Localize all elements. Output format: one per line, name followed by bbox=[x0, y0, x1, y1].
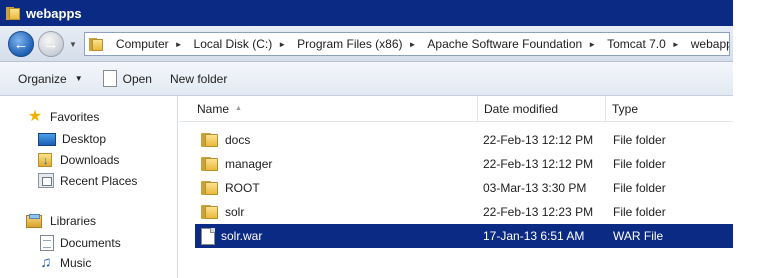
column-header-type[interactable]: Type bbox=[605, 96, 733, 122]
breadcrumb-separator[interactable]: ► bbox=[278, 40, 291, 49]
libraries-icon bbox=[26, 214, 44, 228]
breadcrumb-separator[interactable]: ► bbox=[672, 40, 685, 49]
open-button[interactable]: Open bbox=[102, 70, 152, 87]
column-header-date[interactable]: Date modified bbox=[477, 96, 605, 122]
nav-downloads[interactable]: ↓ Downloads bbox=[38, 152, 119, 167]
breadcrumb-local-disk[interactable]: Local Disk (C:) bbox=[194, 37, 273, 51]
new-folder-button[interactable]: New folder bbox=[170, 72, 227, 86]
nav-desktop[interactable]: Desktop bbox=[38, 132, 106, 146]
back-button[interactable]: ← bbox=[8, 31, 34, 57]
recent-pages-dropdown[interactable]: ▼ bbox=[69, 40, 77, 49]
nav-recent-places[interactable]: Recent Places bbox=[38, 173, 137, 188]
breadcrumb-separator[interactable]: ► bbox=[588, 40, 601, 49]
breadcrumb-separator[interactable]: ► bbox=[175, 40, 188, 49]
forward-button[interactable]: → bbox=[38, 31, 64, 57]
file-date: 03-Mar-13 3:30 PM bbox=[483, 181, 587, 195]
file-type: File folder bbox=[613, 181, 666, 195]
file-row-root[interactable]: ROOT 03-Mar-13 3:30 PM File folder bbox=[195, 176, 733, 200]
file-name: ROOT bbox=[225, 181, 260, 195]
downloads-icon: ↓ bbox=[38, 152, 54, 167]
folder-icon bbox=[201, 157, 219, 171]
file-list: Name ▲ Date modified Type docs 22-Feb-13… bbox=[179, 96, 733, 278]
back-arrow-icon: ← bbox=[13, 35, 29, 53]
file-icon bbox=[201, 227, 215, 245]
title-bar[interactable]: webapps bbox=[0, 0, 733, 26]
file-name: solr.war bbox=[221, 229, 263, 243]
music-icon: ♫ bbox=[40, 254, 52, 271]
breadcrumb-apache[interactable]: Apache Software Foundation bbox=[427, 37, 582, 51]
nav-libraries[interactable]: Libraries bbox=[26, 214, 96, 228]
forward-arrow-icon: → bbox=[43, 35, 59, 53]
star-icon: ★ bbox=[27, 108, 43, 125]
file-type: File folder bbox=[613, 157, 666, 171]
file-name: solr bbox=[225, 205, 245, 219]
address-row: ← → ▼ ► Computer ► Local Disk (C:) ► Pro… bbox=[0, 26, 733, 62]
desktop-icon bbox=[38, 132, 56, 146]
chevron-down-icon: ▼ bbox=[74, 74, 83, 83]
background-margin bbox=[733, 0, 773, 278]
nav-documents[interactable]: Documents bbox=[40, 235, 121, 251]
recent-places-icon bbox=[38, 173, 54, 188]
file-date: 22-Feb-13 12:12 PM bbox=[483, 157, 594, 171]
file-name: manager bbox=[225, 157, 273, 171]
breadcrumb-separator[interactable]: ► bbox=[409, 40, 422, 49]
nav-music[interactable]: ♫ Music bbox=[38, 254, 91, 271]
folder-icon bbox=[201, 205, 219, 219]
command-bar: Organize ▼ Open New folder bbox=[0, 62, 733, 96]
file-type: File folder bbox=[613, 133, 666, 147]
folder-icon bbox=[6, 6, 20, 20]
file-row-solr[interactable]: solr 22-Feb-13 12:23 PM File folder bbox=[195, 200, 733, 224]
documents-icon bbox=[40, 235, 54, 251]
sort-ascending-icon: ▲ bbox=[235, 105, 242, 112]
file-date: 17-Jan-13 6:51 AM bbox=[483, 229, 585, 243]
window-title: webapps bbox=[26, 5, 82, 21]
file-row-solr-war[interactable]: solr.war 17-Jan-13 6:51 AM WAR File bbox=[195, 224, 733, 248]
address-bar[interactable]: ► Computer ► Local Disk (C:) ► Program F… bbox=[84, 32, 730, 56]
column-header-name[interactable]: Name ▲ bbox=[179, 96, 477, 122]
breadcrumb-computer[interactable]: Computer bbox=[116, 37, 169, 51]
breadcrumb-program-files[interactable]: Program Files (x86) bbox=[297, 37, 402, 51]
document-icon bbox=[102, 70, 117, 87]
breadcrumb-webapps[interactable]: webapps bbox=[691, 37, 729, 51]
file-row-docs[interactable]: docs 22-Feb-13 12:12 PM File folder bbox=[195, 128, 733, 152]
breadcrumb-tomcat[interactable]: Tomcat 7.0 bbox=[607, 37, 666, 51]
file-name: docs bbox=[225, 133, 251, 147]
folder-icon bbox=[201, 133, 219, 147]
file-date: 22-Feb-13 12:23 PM bbox=[483, 205, 594, 219]
nav-favorites[interactable]: ★ Favorites bbox=[26, 108, 100, 125]
navigation-pane: ★ Favorites Desktop ↓ Downloads Recent P… bbox=[0, 96, 178, 278]
file-type: File folder bbox=[613, 205, 666, 219]
organize-button[interactable]: Organize ▼ bbox=[18, 72, 83, 86]
file-row-manager[interactable]: manager 22-Feb-13 12:12 PM File folder bbox=[195, 152, 733, 176]
file-date: 22-Feb-13 12:12 PM bbox=[483, 133, 594, 147]
folder-icon bbox=[201, 181, 219, 195]
file-type: WAR File bbox=[613, 229, 664, 243]
